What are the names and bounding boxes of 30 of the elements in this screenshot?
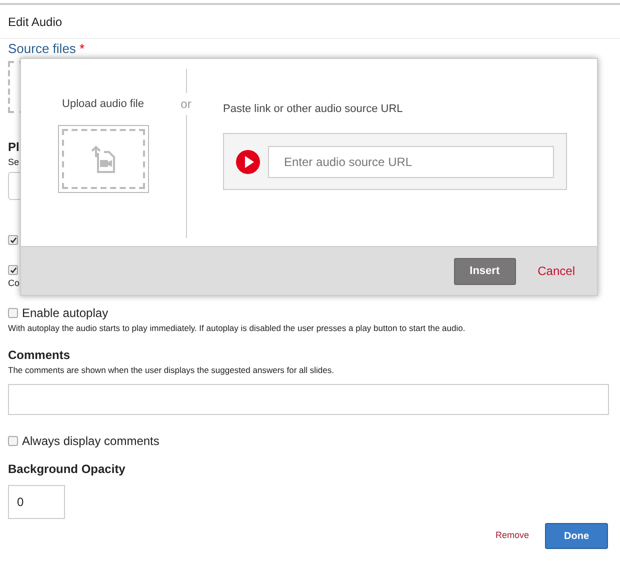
field-description: Se [8,157,20,167]
or-separator: or [180,96,192,113]
cancel-link[interactable]: Cancel [538,262,575,280]
check-icon [10,236,16,244]
opacity-field[interactable]: 0 [8,485,65,519]
checkbox[interactable] [8,235,18,245]
upload-dropzone[interactable] [58,124,148,192]
checkbox-label: Always display comments [22,433,160,449]
url-label: Paste link or other audio source URL [223,103,403,115]
window-title: Edit Audio [8,14,62,30]
play-icon [236,150,260,174]
field-label: Pl [8,140,20,154]
checkbox[interactable] [8,436,18,446]
field-description: The comments are shown when the user displays the suggested answers for all slides. [8,364,335,376]
field-label: Comments [8,348,70,362]
field-description: With autoplay the audio starts to play immediately. If autoplay is disabled the user presses a play button to start the audio. [8,322,466,334]
upload-label: Upload audio file [62,97,144,112]
remove-link[interactable]: Remove [495,529,529,543]
comments-field[interactable] [8,384,609,415]
checkbox[interactable] [8,308,18,318]
section-title: Source files * [8,41,85,56]
checkbox[interactable] [8,265,18,275]
insert-button[interactable]: Insert [454,258,516,284]
url-field[interactable]: Enter audio source URL [268,146,554,178]
field-label: Background Opacity [8,462,126,476]
field-description: Co [8,278,20,288]
file-upload-icon [90,144,116,172]
done-button[interactable]: Done [545,523,608,549]
check-icon [10,266,16,274]
checkbox-label: Enable autoplay [22,305,108,321]
